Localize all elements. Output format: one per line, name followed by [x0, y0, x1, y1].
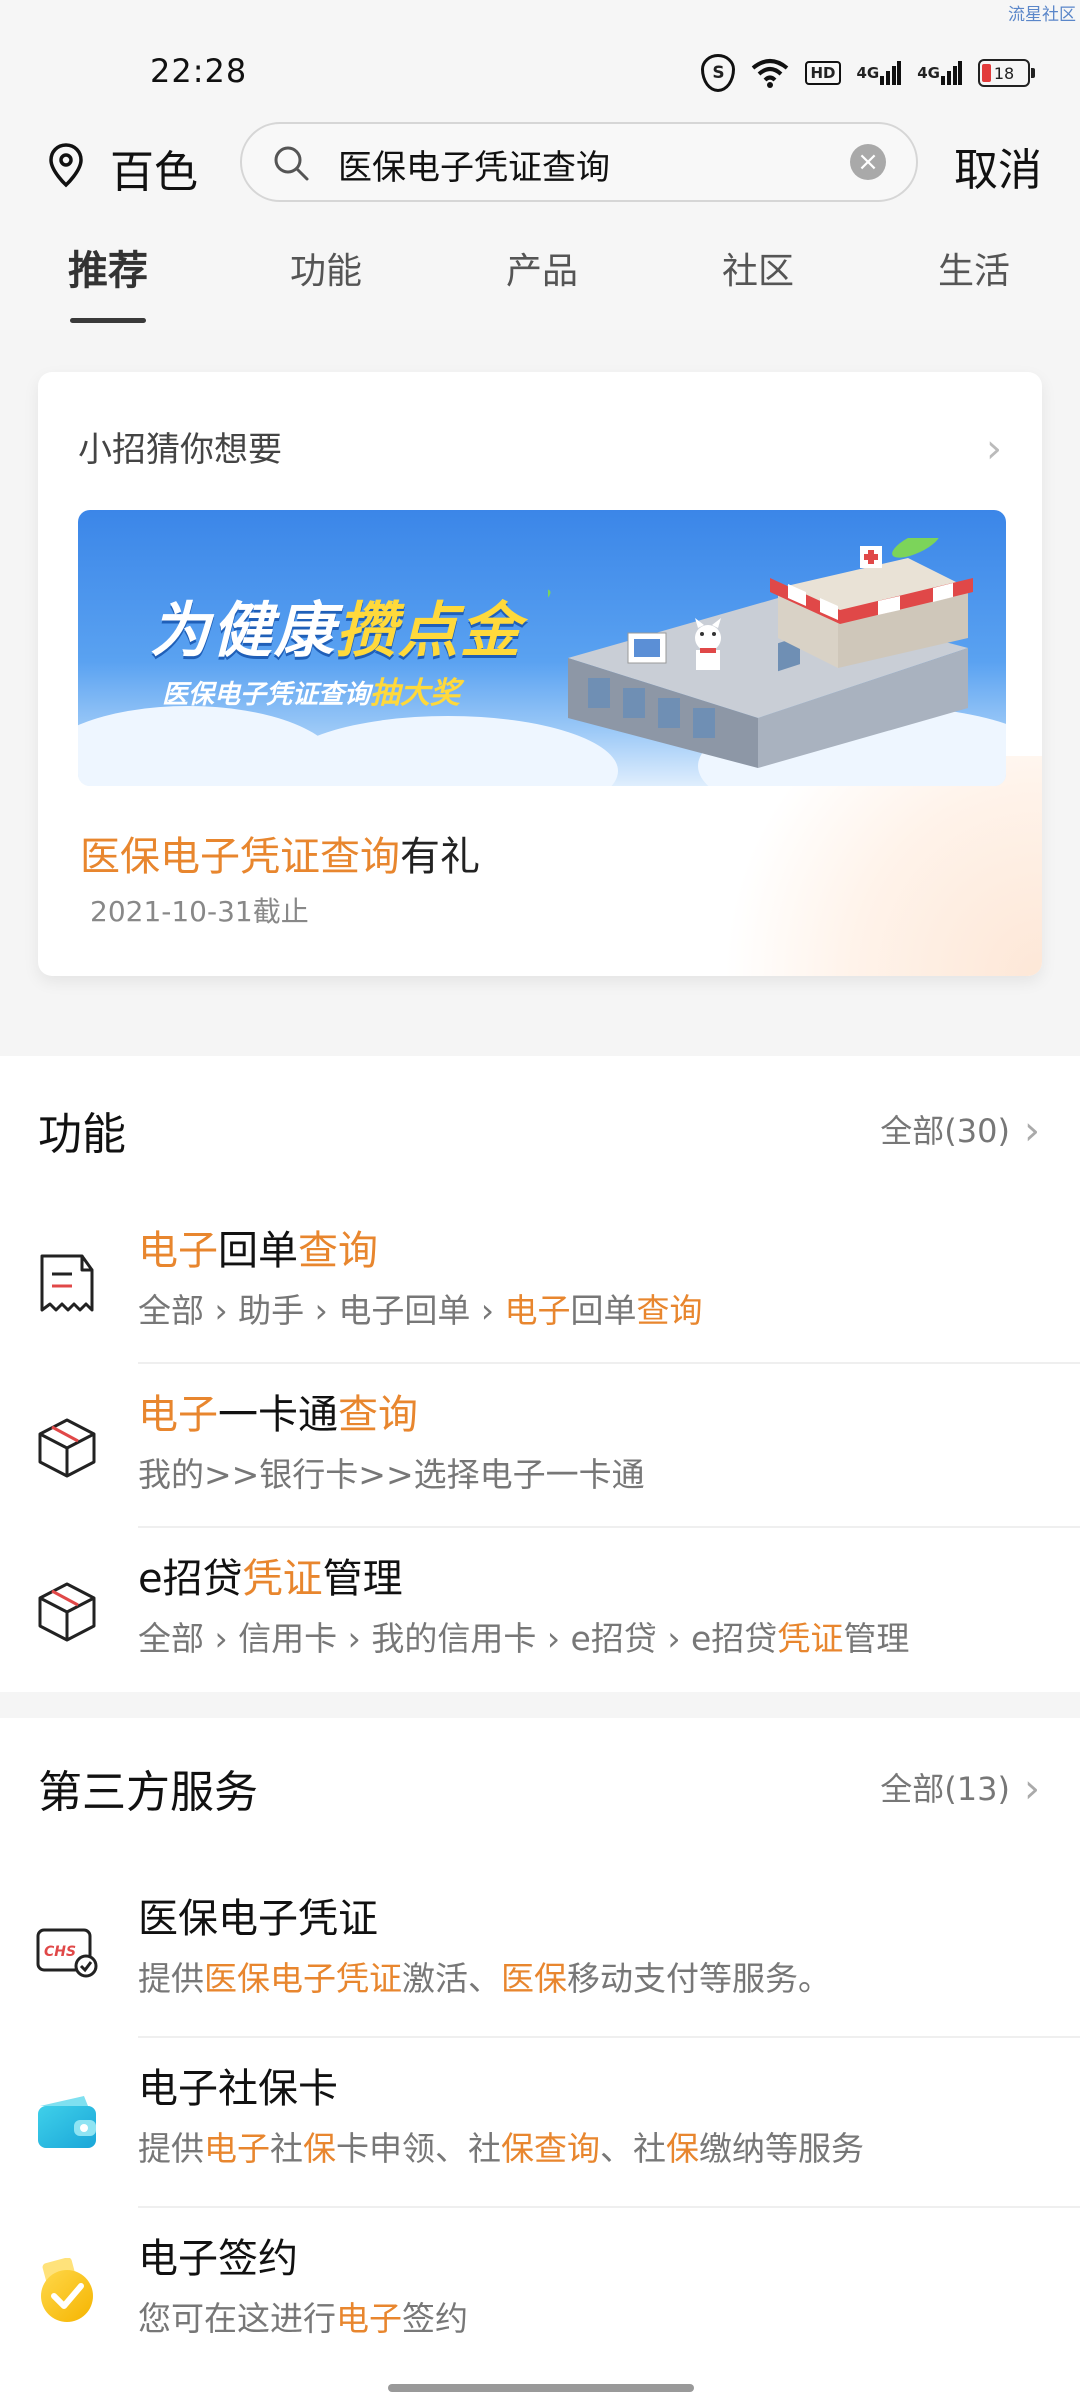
functions-all-link[interactable]: 全部(30) › — [880, 1106, 1040, 1154]
city-selector[interactable]: 百色 — [110, 136, 198, 200]
item-path: 全部 › 助手 › 电子回单 › 电子回单查询 — [138, 1291, 703, 1330]
item-title: 医保电子凭证 — [138, 1896, 378, 1942]
functions-section: 功能 全部(30) › 电子回单查询 全部 › 助手 › 电子回单 › 电子回单查… — [0, 1056, 1080, 1692]
list-item[interactable]: 电子签约 您可在这进行电子签约 — [0, 2208, 1080, 2378]
search-icon — [274, 146, 309, 181]
search-row: 百色 医保电子凭证查询 × 取消 — [0, 120, 1080, 210]
banner-headline: 为健康攒点金 — [150, 596, 522, 666]
chs-icon: CHS — [36, 1928, 98, 1978]
chevron-right-icon: › — [1024, 1108, 1040, 1154]
recommend-card-title: 小招猜你想要 — [78, 430, 282, 470]
recommend-card[interactable]: 小招猜你想要 › 为健康攒点金 医保电子凭证查询抽大奖 医保电子凭证查询有礼 2… — [38, 372, 1042, 976]
list-item[interactable]: 电子社保卡 提供电子社保卡申领、社保查询、社保缴纳等服务 — [0, 2038, 1080, 2208]
tab-functions[interactable]: 功能 — [290, 242, 362, 294]
network-type-1: 4G — [856, 64, 880, 82]
status-time: 22:28 — [150, 52, 248, 90]
third-party-all-link[interactable]: 全部(13) › — [880, 1764, 1040, 1812]
tab-products[interactable]: 产品 — [506, 242, 578, 294]
promo-title[interactable]: 医保电子凭证查询有礼 — [80, 824, 480, 882]
item-title: e招贷凭证管理 — [138, 1556, 403, 1602]
signal-icon-1: 4G — [857, 60, 902, 86]
network-type-2: 4G — [917, 64, 940, 82]
item-title: 电子签约 — [138, 2236, 298, 2282]
box-icon — [38, 1418, 96, 1478]
item-title: 电子一卡通查询 — [138, 1392, 418, 1438]
active-tab-indicator — [70, 318, 146, 323]
shield-icon: S — [701, 54, 736, 92]
item-description: 提供医保电子凭证激活、医保移动支付等服务。 — [138, 1959, 831, 1998]
banner-subline: 医保电子凭证查询抽大奖 — [162, 676, 461, 711]
item-title: 电子社保卡 — [138, 2066, 338, 2112]
tab-recommend[interactable]: 推荐 — [68, 238, 148, 296]
status-icons: S HD 4G 4G 18 — [701, 54, 1035, 92]
location-pin-icon[interactable] — [48, 142, 84, 188]
wifi-icon — [751, 58, 789, 88]
list-item[interactable]: 电子回单查询 全部 › 助手 › 电子回单 › 电子回单查询 — [0, 1200, 1080, 1364]
chevron-right-icon[interactable]: › — [986, 426, 1002, 472]
chevron-right-icon: › — [1024, 1766, 1040, 1812]
list-item[interactable]: 电子一卡通查询 我的>>银行卡>>选择电子一卡通 — [0, 1364, 1080, 1528]
third-party-section: 第三方服务 全部(13) › CHS 医保电子凭证 提供医保电子凭证激活、医保移动… — [0, 1718, 1080, 2400]
clear-icon[interactable]: × — [850, 144, 886, 180]
cancel-button[interactable]: 取消 — [954, 134, 1042, 198]
list-item[interactable]: e招贷凭证管理 全部 › 信用卡 › 我的信用卡 › e招贷 › e招贷凭证管理 — [0, 1528, 1080, 1692]
hd-badge: HD — [805, 61, 841, 85]
battery-icon: 18 — [978, 59, 1035, 87]
promo-deadline: 2021-10-31截止 — [90, 895, 309, 928]
check-badge-icon — [41, 2258, 93, 2322]
top-area: 流星社区 22:28 S HD 4G 4G 18 百色 医保电子凭证查询 × 取… — [0, 0, 1080, 330]
status-bar: 22:28 S HD 4G 4G 18 — [0, 0, 1080, 120]
svg-text:CHS: CHS — [44, 1944, 76, 1960]
battery-level: 18 — [993, 63, 1015, 83]
search-query[interactable]: 医保电子凭证查询 — [338, 140, 610, 189]
tab-life[interactable]: 生活 — [938, 242, 1010, 294]
wallet-icon — [38, 2096, 96, 2148]
category-tabs: 推荐 功能 产品 社区 生活 — [0, 232, 1080, 328]
receipt-icon — [40, 1254, 94, 1312]
tab-community[interactable]: 社区 — [722, 242, 794, 294]
item-description: 您可在这进行电子签约 — [138, 2299, 468, 2338]
item-title: 电子回单查询 — [138, 1228, 378, 1274]
item-path: 我的>>银行卡>>选择电子一卡通 — [138, 1455, 645, 1494]
functions-title: 功能 — [38, 1109, 126, 1160]
search-input[interactable]: 医保电子凭证查询 × — [240, 122, 918, 202]
item-description: 提供电子社保卡申领、社保查询、社保缴纳等服务 — [138, 2129, 864, 2168]
signal-icon-2: 4G — [917, 60, 962, 86]
home-indicator[interactable] — [388, 2384, 694, 2392]
pharmacy-building-illustration — [548, 538, 973, 768]
list-item[interactable]: CHS 医保电子凭证 提供医保电子凭证激活、医保移动支付等服务。 — [0, 1868, 1080, 2038]
promo-banner[interactable]: 为健康攒点金 医保电子凭证查询抽大奖 — [78, 510, 1006, 786]
box-icon — [38, 1582, 96, 1642]
item-path: 全部 › 信用卡 › 我的信用卡 › e招贷 › e招贷凭证管理 — [138, 1619, 910, 1658]
third-party-title: 第三方服务 — [38, 1767, 258, 1818]
